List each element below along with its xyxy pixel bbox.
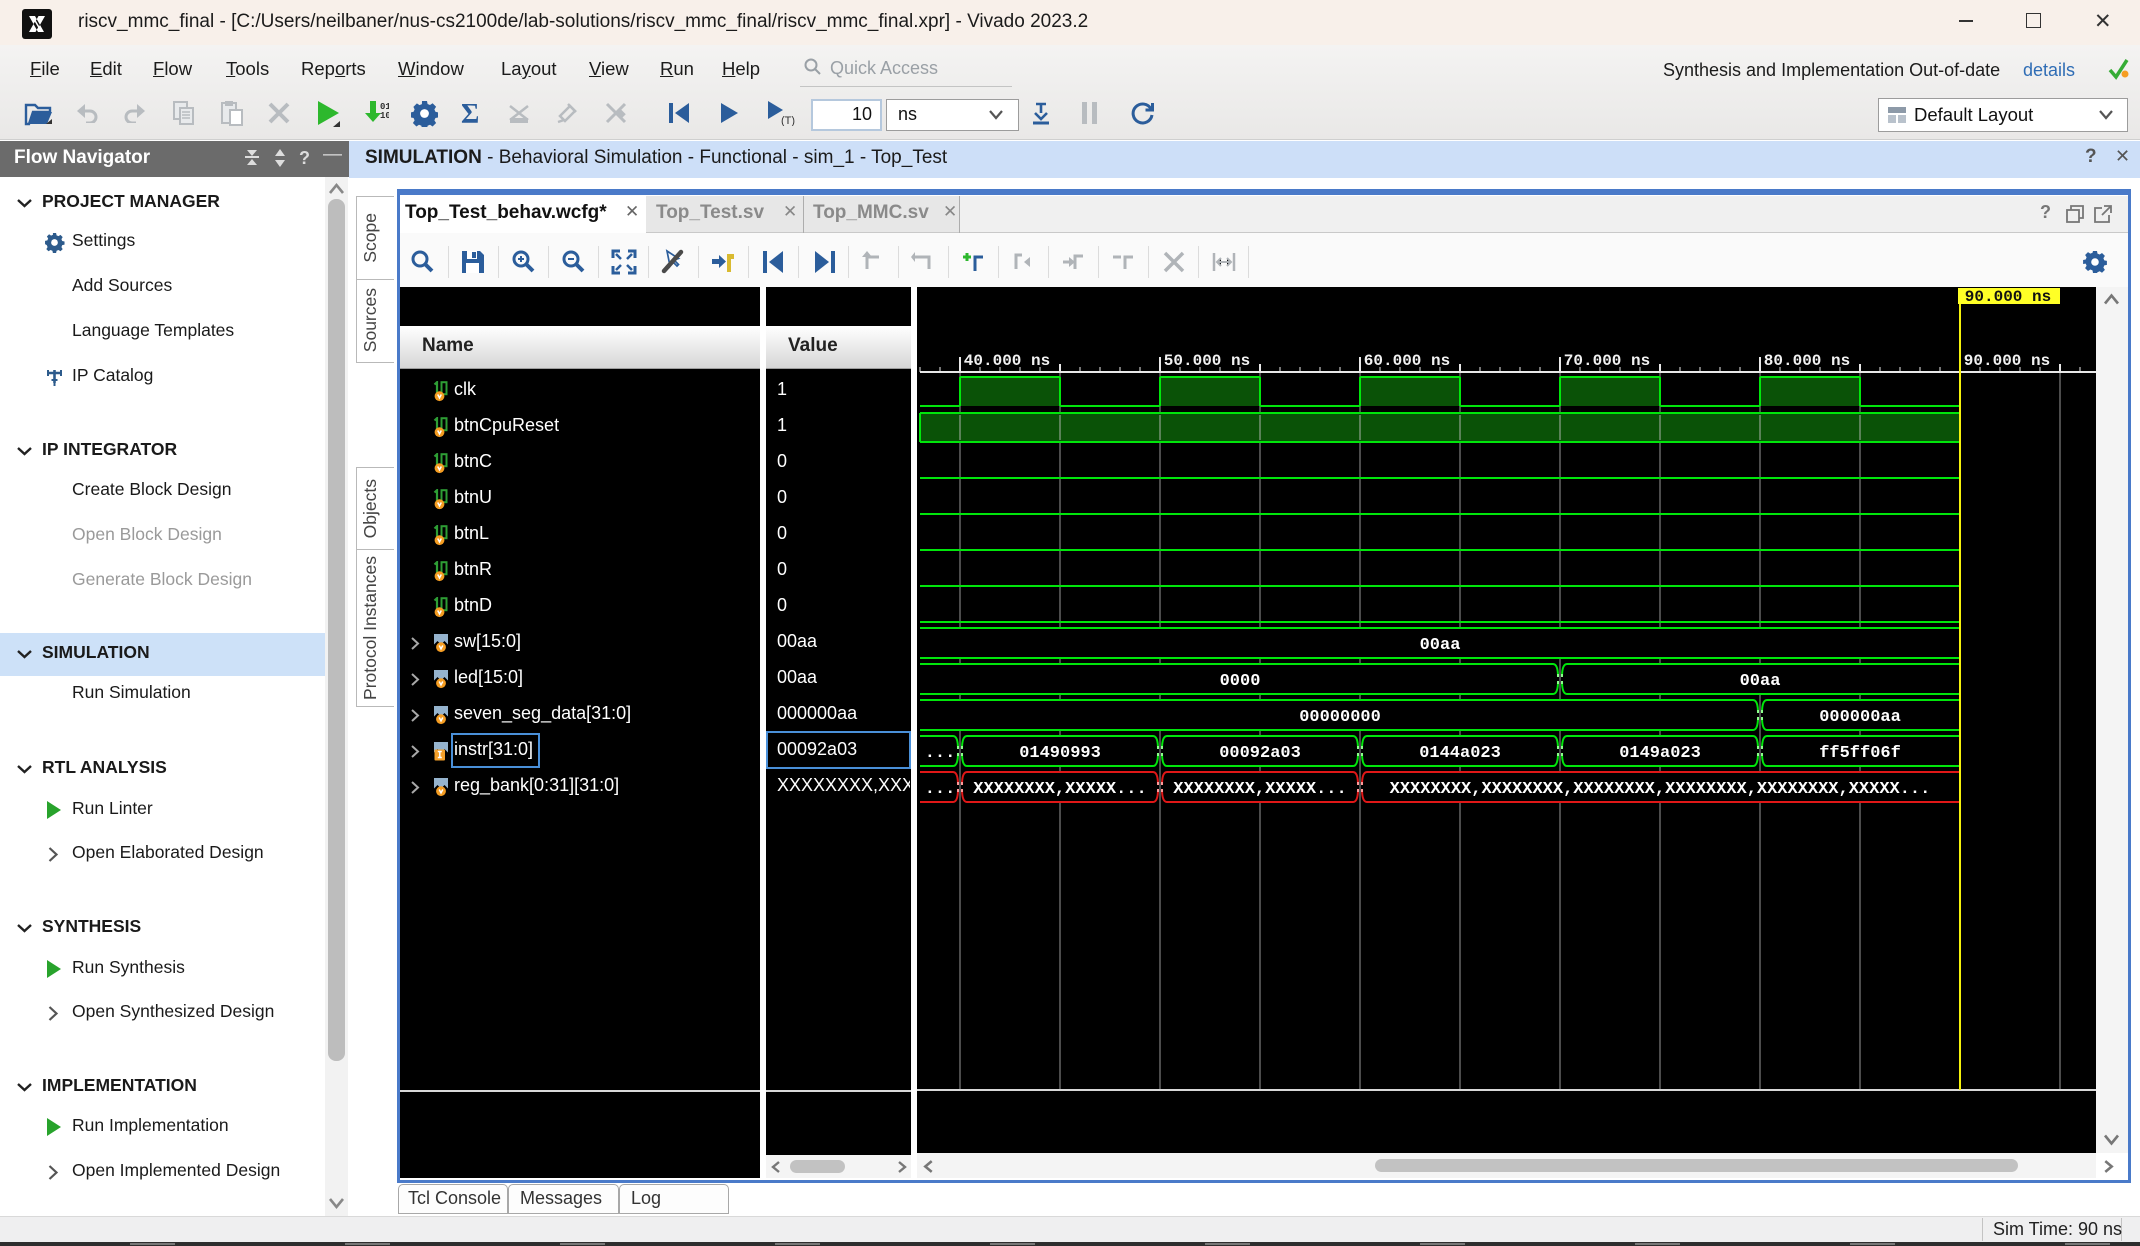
svg-text:10: 10 — [380, 111, 389, 121]
svg-text:XXXXXXXX,XXXXXXXX,XXXXXXXX,XXX: XXXXXXXX,XXXXXXXX,XXXXXXXX,XXXXXXXX,XXXX… — [1390, 780, 1931, 799]
svg-text:00aa: 00aa — [1420, 636, 1461, 655]
svg-text:0149a023: 0149a023 — [1619, 744, 1701, 763]
svg-text:Σ: Σ — [461, 100, 479, 127]
svg-text:00000000: 00000000 — [1299, 708, 1381, 727]
svg-text:00092a03: 00092a03 — [1219, 744, 1301, 763]
svg-text:XXXXXXXX,XXXXX...: XXXXXXXX,XXXXX... — [973, 780, 1146, 799]
svg-text:70.000 ns: 70.000 ns — [1564, 352, 1650, 370]
svg-text:(T): (T) — [781, 115, 795, 126]
svg-text:60.000 ns: 60.000 ns — [1364, 352, 1450, 370]
svg-text:0000: 0000 — [1220, 672, 1261, 691]
svg-text:00aa: 00aa — [1740, 672, 1781, 691]
svg-text:90.000 ns: 90.000 ns — [1964, 352, 2050, 370]
svg-text:...: ... — [925, 744, 956, 763]
svg-text:90.000 ns: 90.000 ns — [1965, 288, 2051, 306]
svg-text:XXXXXXXX,XXXXX...: XXXXXXXX,XXXXX... — [1173, 780, 1346, 799]
svg-text:000000aa: 000000aa — [1819, 708, 1901, 727]
svg-text:40.000 ns: 40.000 ns — [964, 352, 1050, 370]
svg-text:01490993: 01490993 — [1019, 744, 1101, 763]
svg-text:0144a023: 0144a023 — [1419, 744, 1501, 763]
svg-text:80.000 ns: 80.000 ns — [1764, 352, 1850, 370]
svg-text:50.000 ns: 50.000 ns — [1164, 352, 1250, 370]
svg-text:ff5ff06f: ff5ff06f — [1819, 744, 1901, 763]
svg-text:...: ... — [925, 780, 956, 799]
